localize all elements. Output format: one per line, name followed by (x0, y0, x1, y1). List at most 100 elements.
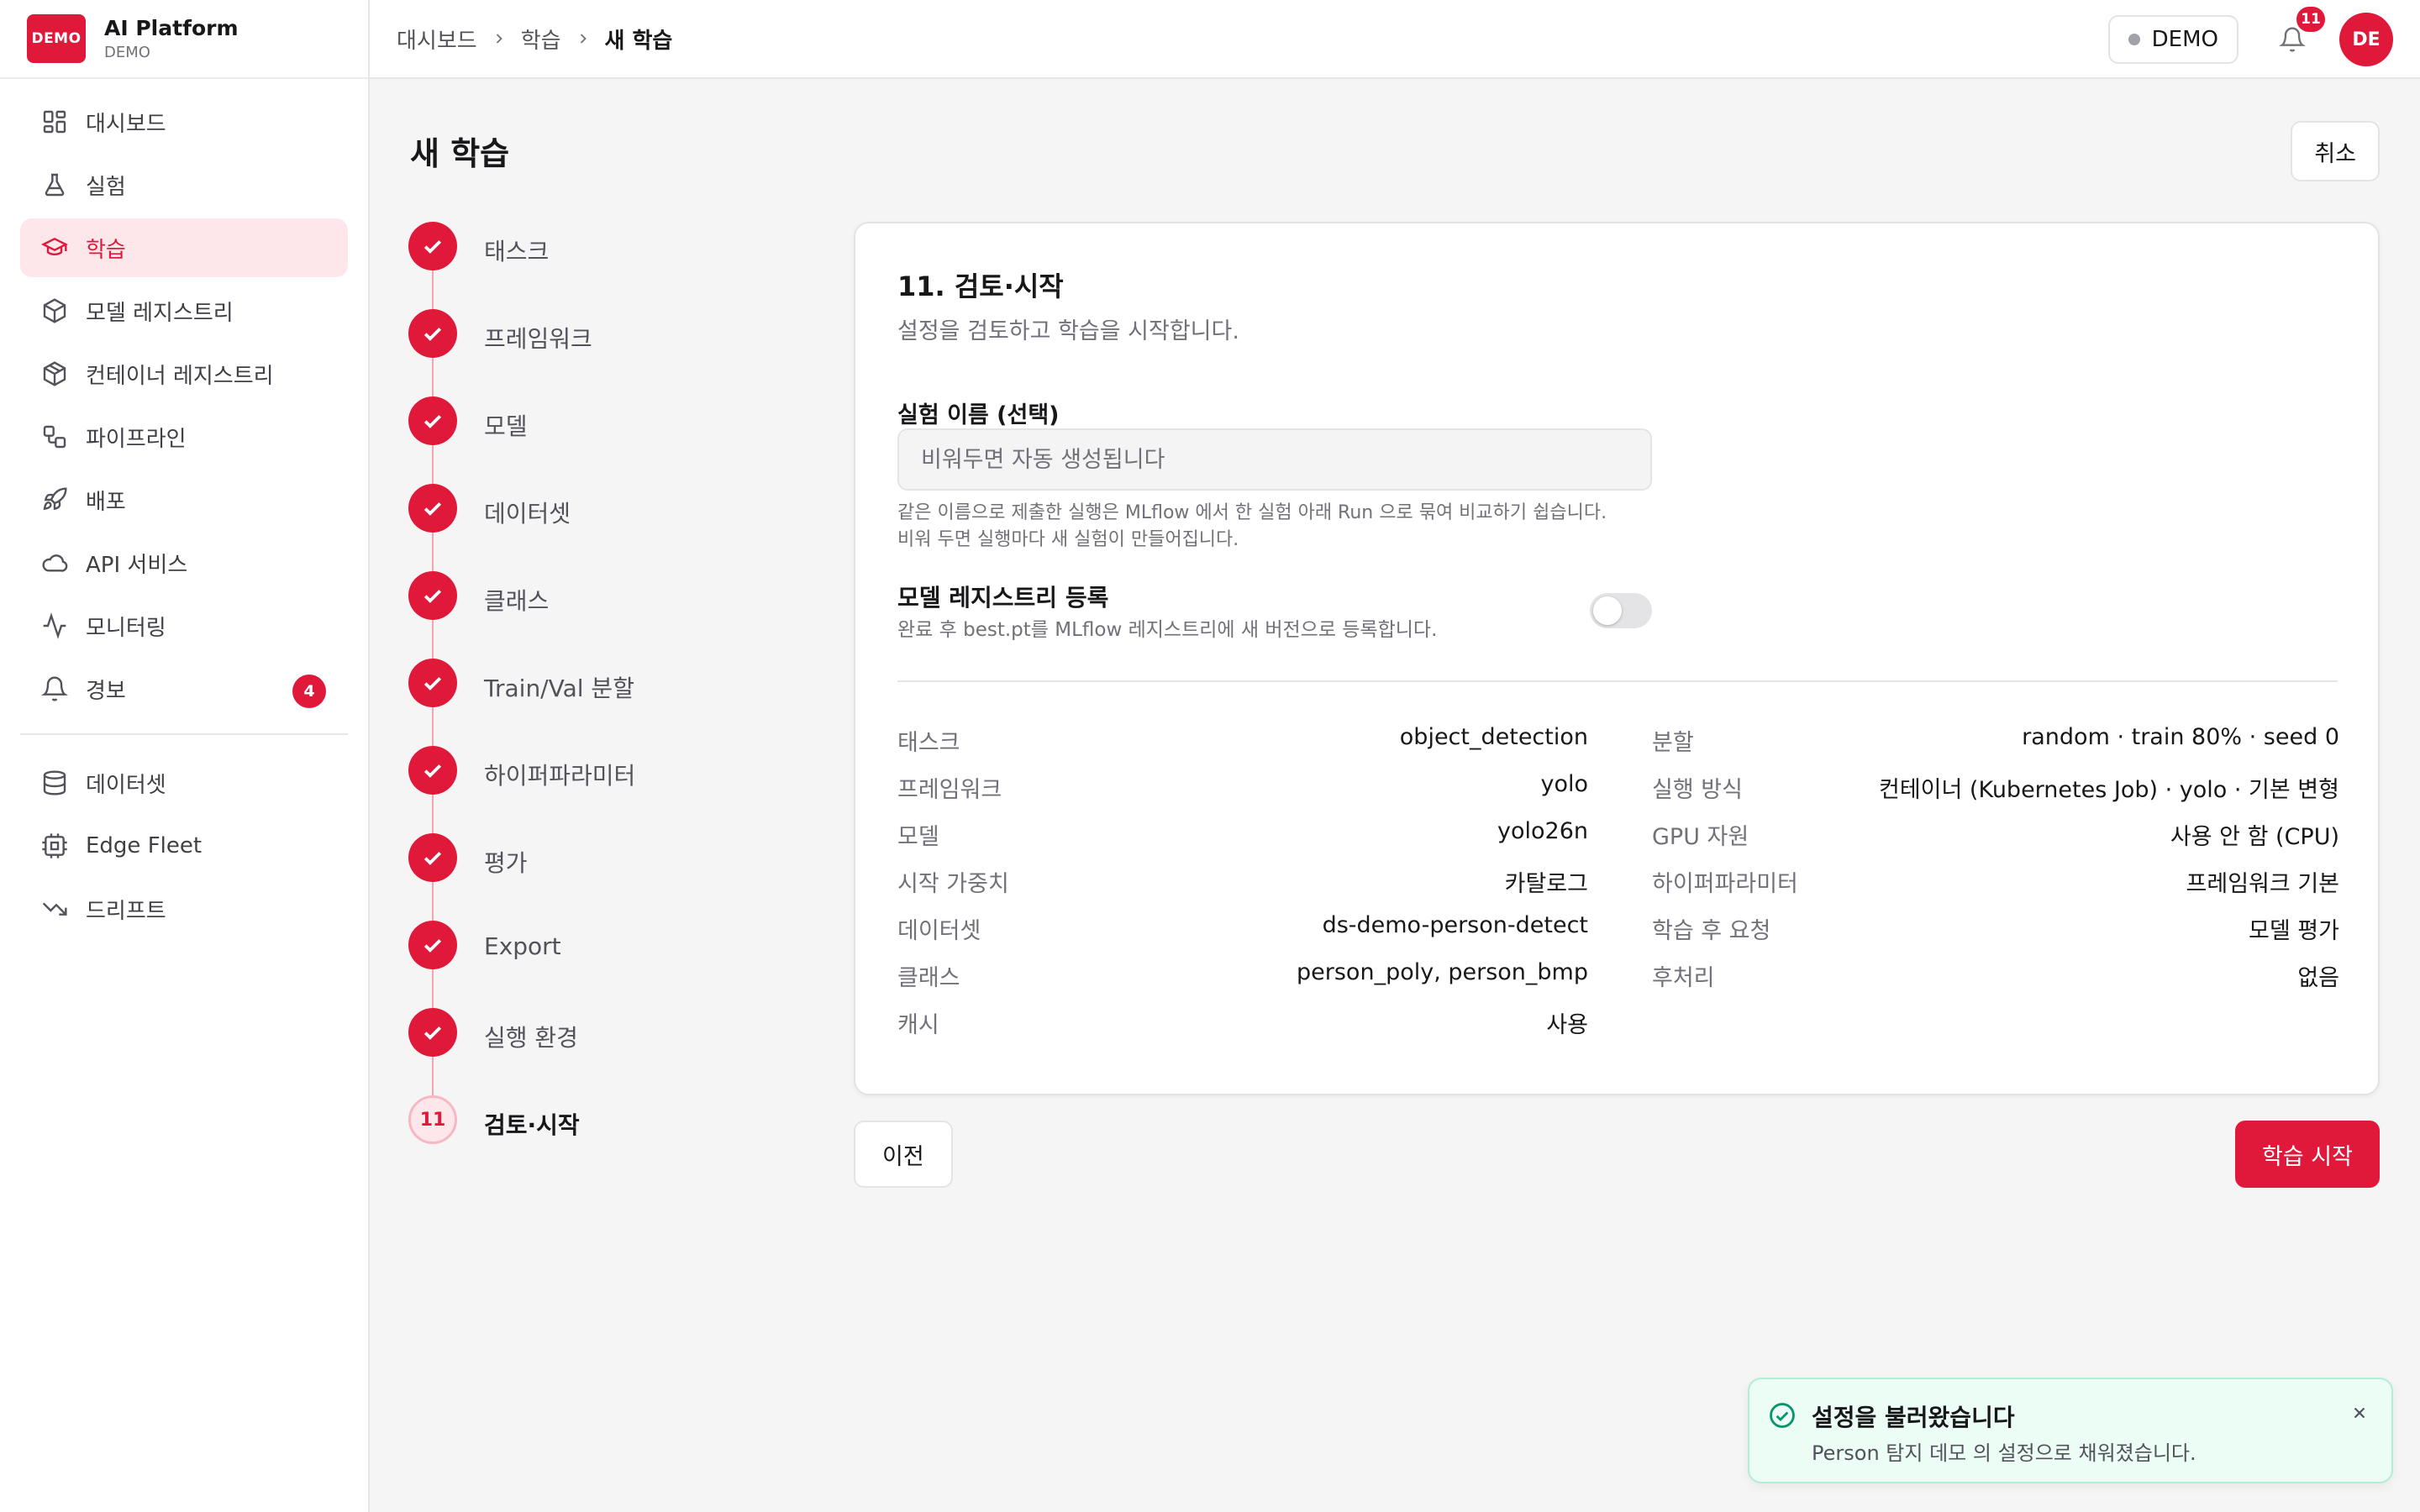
step-dataset[interactable]: 데이터셋 (408, 484, 829, 571)
step-label: 평가 (484, 849, 528, 877)
check-icon (424, 415, 442, 428)
step-export[interactable]: Export (408, 921, 829, 1008)
summary-key: 프레임워크 (897, 777, 1002, 803)
close-icon (2354, 1407, 2365, 1419)
breadcrumb-training[interactable]: 학습 (521, 24, 561, 55)
step-complete-marker (408, 833, 457, 882)
env-label: DEMO (2151, 27, 2218, 52)
step-connector (432, 707, 434, 746)
step-connector (432, 445, 434, 484)
experiment-name-label: 실험 이름 (선택) (897, 402, 1060, 428)
summary-row: 모델 yolo26n (897, 818, 1588, 865)
step-train-val-split[interactable]: Train/Val 분할 (408, 659, 829, 746)
rocket-icon (40, 486, 69, 514)
user-avatar[interactable]: DE (2339, 13, 2393, 66)
summary-key: 클래스 (897, 965, 960, 991)
step-framework[interactable]: 프레임워크 (408, 309, 829, 396)
summary-value: ds-demo-person-detect (1322, 912, 1588, 938)
step-classes[interactable]: 클래스 (408, 571, 829, 659)
summary-row: 실행 방식 컨테이너 (Kubernetes Job) · yolo · 기본 변… (1652, 771, 2339, 818)
sidebar-item-label: 실험 (86, 174, 126, 200)
check-icon (424, 590, 442, 603)
breadcrumb-dashboard[interactable]: 대시보드 (397, 24, 477, 55)
summary-row: 캐시 사용 (897, 1006, 1588, 1053)
summary-value: 없음 (2297, 965, 2339, 991)
sidebar-item-alerts[interactable]: 경보 4 (20, 659, 348, 718)
sidebar-item-api-services[interactable]: API 서비스 (20, 533, 348, 592)
summary-row: GPU 자원 사용 안 함 (CPU) (1652, 818, 2339, 865)
step-connector (432, 882, 434, 921)
step-complete-marker (408, 222, 457, 270)
step-connector (432, 1057, 434, 1095)
start-training-button[interactable]: 학습 시작 (2235, 1121, 2380, 1188)
brand[interactable]: DEMO AI Platform DEMO (0, 0, 368, 79)
step-review-start[interactable]: 11 검토·시작 (408, 1095, 829, 1183)
summary-value: 사용 안 함 (CPU) (2170, 824, 2339, 850)
sidebar-item-datasets[interactable]: 데이터셋 (20, 753, 348, 812)
experiment-name-input[interactable] (897, 428, 1652, 491)
wizard-stepper: 태스크 프레임워크 모델 데이터셋 클래스 Train/Val 분할 하이퍼파라… (408, 222, 829, 1183)
step-connector (432, 270, 434, 309)
step-evaluation[interactable]: 평가 (408, 833, 829, 921)
step-complete-marker (408, 484, 457, 533)
summary-row: 데이터셋 ds-demo-person-detect (897, 912, 1588, 959)
page-title: 새 학습 (410, 135, 510, 172)
sidebar-item-pipelines[interactable]: 파이프라인 (20, 407, 348, 466)
env-status-dot (2128, 34, 2140, 45)
sidebar-item-edge-fleet[interactable]: Edge Fleet (20, 816, 348, 875)
step-number-marker: 11 (408, 1095, 457, 1144)
step-label: 실행 환경 (484, 1024, 578, 1052)
step-task[interactable]: 태스크 (408, 222, 829, 309)
step-complete-marker (408, 571, 457, 620)
check-icon (424, 328, 442, 341)
environment-selector[interactable]: DEMO (2107, 15, 2238, 64)
bell-icon (40, 675, 69, 703)
summary-value: yolo (1540, 771, 1588, 797)
step-label: 클래스 (484, 587, 550, 615)
step-hyperparameters[interactable]: 하이퍼파라미터 (408, 746, 829, 833)
summary-right-column: 분할 random · train 80% · seed 0 실행 방식 컨테이너 … (1652, 724, 2339, 1006)
summary-key: 모델 (897, 824, 939, 850)
sidebar-item-deploy[interactable]: 배포 (20, 470, 348, 529)
brand-text: AI Platform DEMO (104, 16, 239, 61)
step-model[interactable]: 모델 (408, 396, 829, 484)
activity-icon (40, 612, 69, 640)
sidebar-item-model-registry[interactable]: 모델 레지스트리 (20, 281, 348, 340)
device-icon (40, 832, 69, 860)
trending-down-icon (40, 895, 69, 923)
toast-close-button[interactable] (2348, 1401, 2371, 1425)
summary-row: 후처리 없음 (1652, 959, 2339, 1006)
step-label: 태스크 (484, 238, 550, 265)
step-label: Train/Val 분할 (484, 675, 634, 702)
sidebar-item-experiments[interactable]: 실험 (20, 155, 348, 214)
summary-value: 카탈로그 (1504, 871, 1588, 897)
notifications-button[interactable]: 11 (2275, 4, 2328, 56)
sidebar-item-container-registry[interactable]: 컨테이너 레지스트리 (20, 344, 348, 403)
summary-row: 분할 random · train 80% · seed 0 (1652, 724, 2339, 771)
step-complete-marker (408, 659, 457, 707)
sidebar-item-training[interactable]: 학습 (20, 218, 348, 277)
graduation-cap-icon (40, 234, 69, 262)
step-runtime-environment[interactable]: 실행 환경 (408, 1008, 829, 1095)
registry-toggle-switch[interactable] (1590, 593, 1652, 628)
sidebar-item-label: 모니터링 (86, 615, 166, 641)
sidebar-item-drift[interactable]: 드리프트 (20, 879, 348, 938)
summary-value: 프레임워크 기본 (2186, 871, 2339, 897)
summary-row: 태스크 object_detection (897, 724, 1588, 771)
previous-button[interactable]: 이전 (854, 1121, 953, 1188)
cancel-button[interactable]: 취소 (2291, 121, 2380, 181)
check-icon (424, 852, 442, 865)
sidebar-item-monitoring[interactable]: 모니터링 (20, 596, 348, 655)
sidebar-item-label: 대시보드 (86, 111, 166, 137)
step-complete-marker (408, 1008, 457, 1057)
sidebar-item-dashboard[interactable]: 대시보드 (20, 92, 348, 151)
dashboard-icon (40, 108, 69, 136)
step-label: 검토·시작 (484, 1111, 580, 1139)
toast-message: Person 탐지 데모 의 설정으로 채워졌습니다. (1812, 1441, 2196, 1465)
summary-row: 학습 후 요청 모델 평가 (1652, 912, 2339, 959)
summary-value: yolo26n (1497, 818, 1588, 844)
sidebar-nav: 대시보드 실험 학습 모델 레지스트리 컨테이너 레지스트리 파이프라인 배포 … (0, 79, 368, 956)
summary-key: 분할 (1652, 730, 1694, 756)
section-divider (897, 680, 2338, 682)
step-connector (432, 358, 434, 396)
